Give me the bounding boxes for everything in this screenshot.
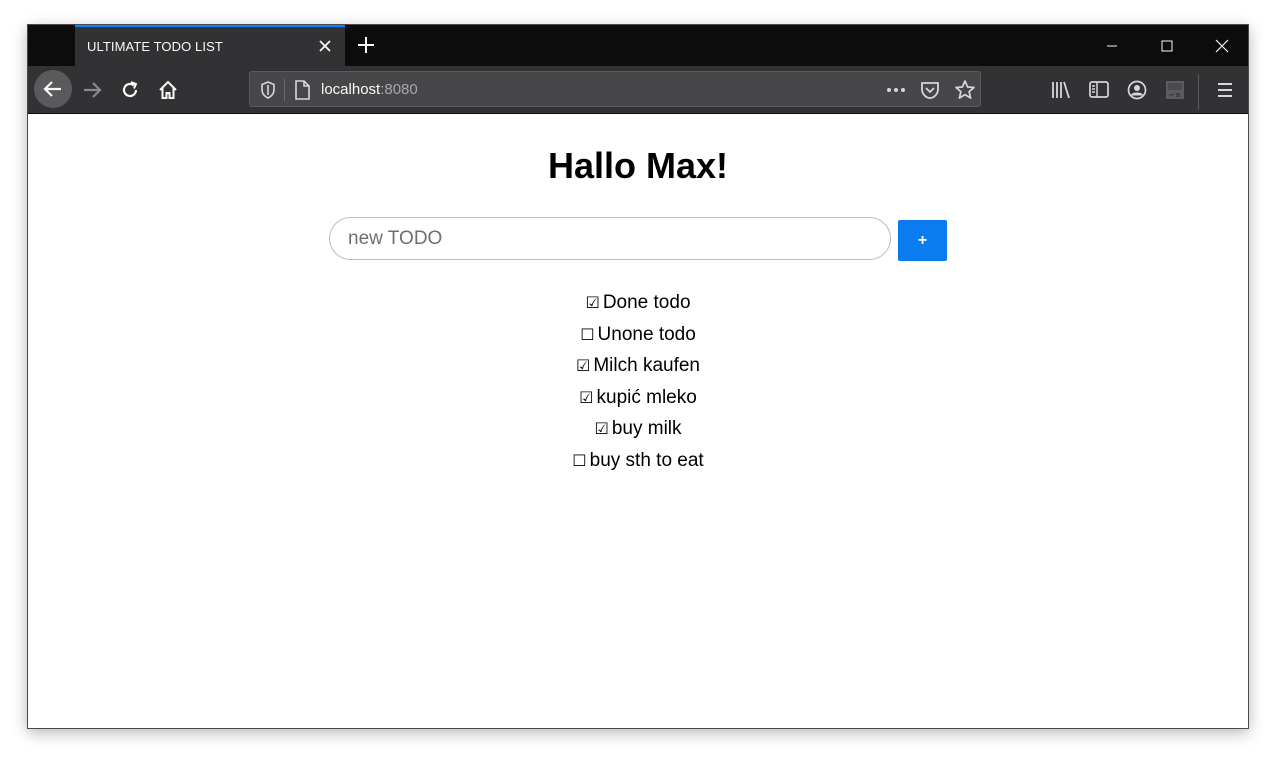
nav-toolbar: localhost:8080 bbox=[28, 66, 1248, 114]
todo-item[interactable]: ☐ Unone todo bbox=[28, 319, 1248, 351]
address-bar[interactable]: localhost:8080 bbox=[249, 71, 981, 107]
minimize-icon[interactable] bbox=[1084, 25, 1139, 66]
hamburger-menu-icon[interactable] bbox=[1213, 78, 1237, 102]
todo-list: ☑ Done todo ☐ Unone todo ☑ Milch kaufen ☑ ku… bbox=[28, 287, 1248, 477]
checkbox-checked-icon[interactable]: ☑ bbox=[579, 388, 593, 407]
library-icon[interactable] bbox=[1049, 78, 1073, 102]
pocket-icon[interactable] bbox=[919, 79, 941, 101]
checkbox-checked-icon[interactable]: ☑ bbox=[585, 293, 599, 312]
bookmark-star-icon[interactable] bbox=[953, 78, 977, 102]
todo-item[interactable]: ☑ kupić mleko bbox=[28, 382, 1248, 414]
todo-item[interactable]: ☐ buy sth to eat bbox=[28, 445, 1248, 477]
address-bar-divider bbox=[284, 79, 285, 101]
maximize-icon[interactable] bbox=[1139, 25, 1194, 66]
back-arrow-icon[interactable] bbox=[34, 70, 72, 108]
add-todo-button[interactable]: + bbox=[898, 220, 947, 261]
todo-item[interactable]: ☑ buy milk bbox=[28, 413, 1248, 445]
page-icon[interactable] bbox=[292, 79, 312, 101]
home-icon[interactable] bbox=[150, 72, 186, 108]
todo-text: Milch kaufen bbox=[593, 355, 700, 377]
todo-text: buy milk bbox=[611, 418, 682, 440]
tab-strip: ULTIMATE TODO LIST bbox=[28, 25, 1248, 66]
forward-arrow-icon[interactable] bbox=[74, 72, 110, 108]
todo-text: buy sth to eat bbox=[589, 449, 704, 471]
checkbox-checked-icon[interactable]: ☑ bbox=[576, 356, 590, 375]
tab-active[interactable]: ULTIMATE TODO LIST bbox=[75, 25, 345, 66]
todo-text: Unone todo bbox=[597, 323, 696, 345]
url-host: localhost bbox=[321, 81, 381, 98]
more-actions-icon[interactable] bbox=[884, 79, 908, 101]
todo-text: Done todo bbox=[602, 292, 691, 313]
new-todo-input[interactable] bbox=[329, 217, 891, 260]
url-text[interactable]: localhost:8080 bbox=[321, 81, 418, 98]
browser-window: ULTIMATE TODO LIST localhost:8080 Hallo … bbox=[27, 24, 1249, 729]
tab-title: ULTIMATE TODO LIST bbox=[87, 39, 223, 54]
account-icon[interactable] bbox=[1125, 78, 1149, 102]
url-port: :8080 bbox=[380, 81, 418, 98]
close-window-icon[interactable] bbox=[1194, 25, 1248, 66]
close-tab-icon[interactable] bbox=[315, 36, 335, 56]
checkbox-checked-icon[interactable]: ☑ bbox=[594, 419, 608, 438]
checkbox-unchecked-icon[interactable]: ☐ bbox=[572, 451, 586, 470]
todo-item[interactable]: ☑ Done todo bbox=[28, 287, 1248, 319]
reload-icon[interactable] bbox=[112, 72, 148, 108]
todo-text: kupić mleko bbox=[596, 386, 697, 408]
page-title: Hallo Max! bbox=[547, 145, 729, 186]
toolbar-divider bbox=[1198, 74, 1199, 110]
todo-item[interactable]: ☑ Milch kaufen bbox=[28, 350, 1248, 382]
new-tab-icon[interactable] bbox=[355, 34, 377, 56]
checkbox-unchecked-icon[interactable]: ☐ bbox=[580, 325, 594, 344]
extension-icon[interactable] bbox=[1163, 78, 1187, 102]
sidebar-icon[interactable] bbox=[1087, 78, 1111, 102]
page-content: Hallo Max! + ☑Done todo ☐Unone todo ☑Mil… bbox=[28, 114, 1248, 728]
shield-icon[interactable] bbox=[258, 80, 278, 100]
